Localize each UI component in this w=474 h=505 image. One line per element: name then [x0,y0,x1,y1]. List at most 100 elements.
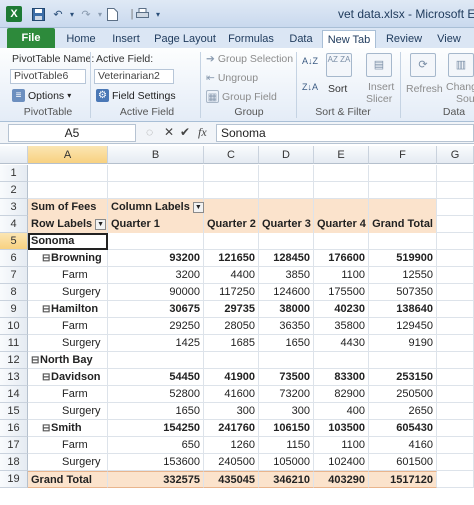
tab-insert[interactable]: Insert [106,30,146,48]
cell-e19[interactable]: 403290 [314,471,369,488]
cell-g8[interactable] [437,284,474,301]
cell-b8[interactable]: 90000 [108,284,204,301]
refresh-label[interactable]: Refresh [406,83,443,95]
row-header-1[interactable]: 1 [0,165,28,182]
cell-e17[interactable]: 1100 [314,437,369,454]
cell-e14[interactable]: 82900 [314,386,369,403]
cell-c17[interactable]: 1260 [204,437,259,454]
insert-slicer-label-line1[interactable]: Insert [368,81,394,93]
cell-a13[interactable]: ⊟Davidson [28,369,108,386]
cell-b1[interactable] [108,165,204,182]
cell-a11[interactable]: Surgery [28,335,108,352]
cell-e2[interactable] [314,182,369,199]
cell-b19[interactable]: 332575 [108,471,204,488]
cell-g14[interactable] [437,386,474,403]
cell-d14[interactable]: 73200 [259,386,314,403]
cell-a18[interactable]: Surgery [28,454,108,471]
cell-e9[interactable]: 40230 [314,301,369,318]
cell-c1[interactable] [204,165,259,182]
cell-f17[interactable]: 4160 [369,437,437,454]
cell-f4[interactable]: Grand Total [369,216,437,233]
row-header-19[interactable]: 19 [0,471,28,488]
cell-d9[interactable]: 38000 [259,301,314,318]
cell-c16[interactable]: 241760 [204,420,259,437]
cell-d12[interactable] [259,352,314,369]
collapse-icon[interactable]: ⊟ [42,420,51,437]
cell-c13[interactable]: 41900 [204,369,259,386]
chevron-down-icon[interactable]: ▾ [150,6,166,22]
row-header-15[interactable]: 15 [0,403,28,420]
cell-f1[interactable] [369,165,437,182]
column-header-b[interactable]: B [108,146,204,164]
cell-d7[interactable]: 3850 [259,267,314,284]
cell-f6[interactable]: 519900 [369,250,437,267]
row-header-18[interactable]: 18 [0,454,28,471]
tab-review[interactable]: Review [382,30,426,48]
refresh-icon[interactable]: ⟳ [410,53,436,77]
cell-b14[interactable]: 52800 [108,386,204,403]
cell-g9[interactable] [437,301,474,318]
cancel-icon[interactable]: ✕ [164,125,174,139]
row-header-8[interactable]: 8 [0,284,28,301]
row-header-9[interactable]: 9 [0,301,28,318]
cell-b11[interactable]: 1425 [108,335,204,352]
cell-g11[interactable] [437,335,474,352]
row-header-14[interactable]: 14 [0,386,28,403]
cell-g5[interactable] [437,233,474,250]
active-field-input[interactable]: Veterinarian2 [94,69,174,84]
cell-f15[interactable]: 2650 [369,403,437,420]
column-header-e[interactable]: E [314,146,369,164]
cell-a10[interactable]: Farm [28,318,108,335]
cell-d5[interactable] [259,233,314,250]
cell-e12[interactable] [314,352,369,369]
row-header-6[interactable]: 6 [0,250,28,267]
insert-slicer-label-line2[interactable]: Slicer [366,93,392,105]
row-header-12[interactable]: 12 [0,352,28,369]
cell-g17[interactable] [437,437,474,454]
cell-b12[interactable] [108,352,204,369]
cell-c9[interactable]: 29735 [204,301,259,318]
cell-e15[interactable]: 400 [314,403,369,420]
cell-f10[interactable]: 129450 [369,318,437,335]
sort-az-button[interactable]: A↓Z [302,56,318,66]
cell-e8[interactable]: 175500 [314,284,369,301]
cell-e3[interactable] [314,199,369,216]
tab-new-tab[interactable]: New Tab [322,30,376,48]
cell-c6[interactable]: 121650 [204,250,259,267]
row-header-3[interactable]: 3 [0,199,28,216]
cell-e5[interactable] [314,233,369,250]
field-settings-button[interactable]: ⚙ Field Settings [96,89,176,102]
cell-c19[interactable]: 435045 [204,471,259,488]
cell-a4[interactable]: Row Labels ▼ [28,216,108,233]
filter-dropdown-icon[interactable]: ▼ [192,201,204,213]
cell-e16[interactable]: 103500 [314,420,369,437]
tab-home[interactable]: Home [62,30,100,48]
select-all-corner[interactable] [0,146,28,164]
cell-f11[interactable]: 9190 [369,335,437,352]
cell-g7[interactable] [437,267,474,284]
cell-d18[interactable]: 105000 [259,454,314,471]
cell-b13[interactable]: 54450 [108,369,204,386]
column-header-f[interactable]: F [369,146,437,164]
options-button[interactable]: ≡ Options ▾ [12,89,71,102]
cell-a3[interactable]: Sum of Fees [28,199,108,216]
cell-g1[interactable] [437,165,474,182]
cell-f8[interactable]: 507350 [369,284,437,301]
ungroup-button[interactable]: ⇤ Ungroup [206,72,258,84]
change-source-label-line2[interactable]: Sou [456,93,474,105]
cell-b10[interactable]: 29250 [108,318,204,335]
cell-g15[interactable] [437,403,474,420]
cell-e13[interactable]: 83300 [314,369,369,386]
cell-g18[interactable] [437,454,474,471]
row-header-10[interactable]: 10 [0,318,28,335]
cell-a14[interactable]: Farm [28,386,108,403]
column-header-a[interactable]: A [28,146,108,164]
column-header-g[interactable]: G [437,146,474,164]
cell-f16[interactable]: 605430 [369,420,437,437]
cell-a7[interactable]: Farm [28,267,108,284]
tab-formulas[interactable]: Formulas [224,30,278,48]
dropdown-circle-icon[interactable]: ◌ [146,125,153,139]
collapse-icon[interactable]: ⊟ [42,301,51,318]
cell-c12[interactable] [204,352,259,369]
cell-b3[interactable]: Column Labels ▼ [108,199,204,216]
